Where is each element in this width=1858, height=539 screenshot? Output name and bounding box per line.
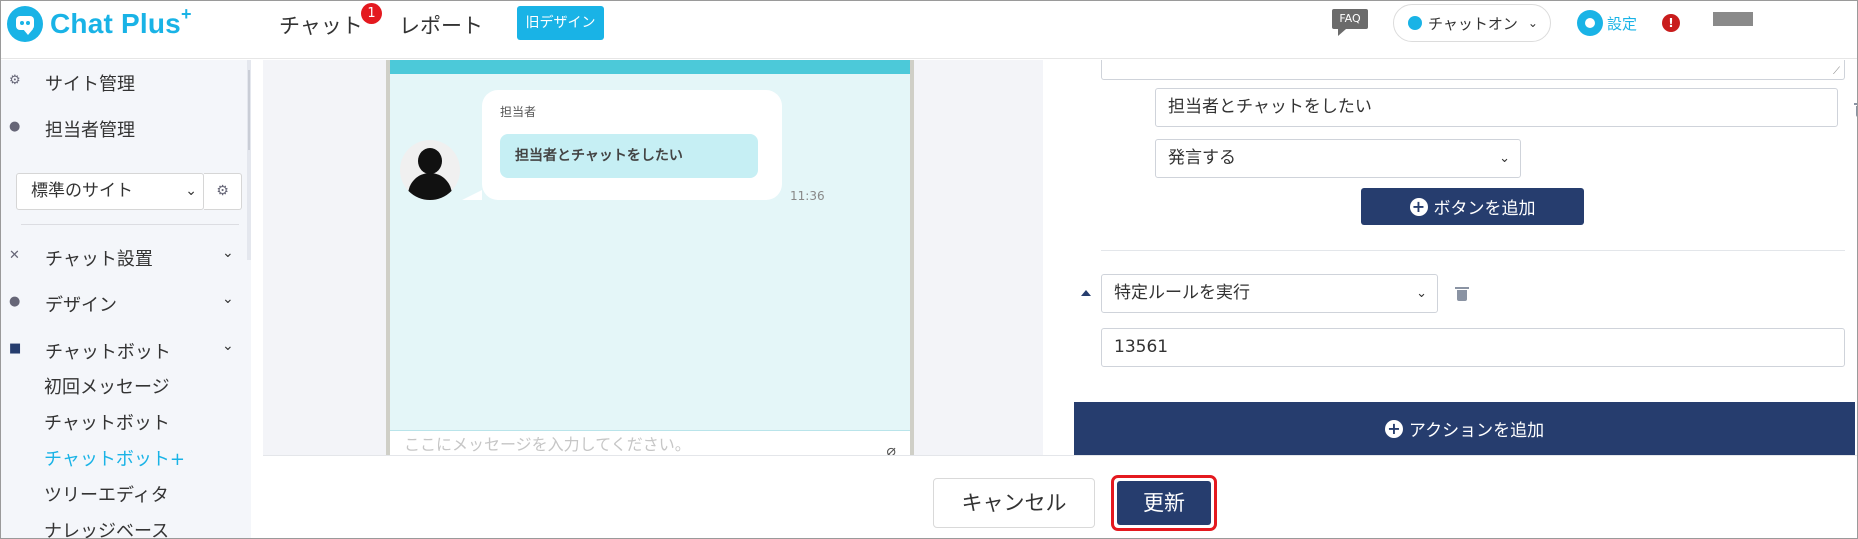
add-button-label: ボタンを追加 [1433, 199, 1536, 219]
sidebar-subitem-first-message[interactable]: 初回メッセージ [44, 373, 170, 399]
button-text-input[interactable]: 担当者とチャットをしたい [1155, 88, 1838, 127]
gear-icon [1577, 10, 1603, 36]
sidebar-subitem-chatbot-plus[interactable]: チャットボット+ [44, 445, 185, 471]
site-select[interactable]: 標準のサイト ⌄ [16, 173, 204, 210]
message-input[interactable]: ここにメッセージを入力してください。 ⌀ [390, 430, 910, 460]
sidebar-item-label: 担当者管理 [45, 120, 135, 141]
sidebar-item-label: チャット設置 [45, 249, 153, 270]
chevron-down-icon: ⌄ [1416, 286, 1427, 301]
sidebar-item-label: デザイン [45, 295, 117, 316]
add-button-button[interactable]: + ボタンを追加 [1361, 188, 1584, 225]
old-design-button[interactable]: 旧デザイン [517, 6, 604, 40]
sidebar-subitem-chatbot[interactable]: チャットボット [44, 409, 170, 435]
sidebar-item-label: チャットボット [45, 342, 171, 363]
faq-icon[interactable]: FAQ [1332, 9, 1368, 36]
logo-text: Chat Plus [50, 8, 181, 39]
message-input-placeholder: ここにメッセージを入力してください。 [404, 435, 691, 454]
chevron-down-icon: ⌄ [222, 245, 234, 261]
add-action-label: アクションを追加 [1408, 421, 1545, 441]
status-dot-icon [1408, 16, 1422, 30]
logo-plus: + [180, 3, 192, 24]
message-textarea[interactable]: ⟋ [1101, 60, 1845, 80]
rule-id-input[interactable]: 13561 [1101, 328, 1845, 367]
rule-action-select[interactable]: 特定ルールを実行 ⌄ [1101, 274, 1438, 313]
chat-plus-logo[interactable]: Chat Plus + [7, 3, 192, 42]
comments-icon: ■ [9, 341, 22, 356]
choice-button-preview[interactable]: 担当者とチャットをしたい [500, 134, 758, 178]
collapse-caret-icon[interactable] [1081, 290, 1091, 296]
message-timestamp: 11:36 [790, 189, 825, 203]
update-button[interactable]: 更新 [1117, 481, 1211, 525]
sidebar-subitem-knowledge-base[interactable]: ナレッジベース [44, 517, 169, 538]
chevron-down-icon: ⌄ [1527, 16, 1538, 30]
chat-status-dropdown[interactable]: チャットオン ⌄ [1393, 4, 1551, 42]
panel-divider [1101, 250, 1845, 251]
palette-icon: ● [9, 294, 21, 309]
settings-label: 設定 [1607, 14, 1638, 33]
rule-action-value: 特定ルールを実行 [1114, 283, 1250, 303]
top-header: Chat Plus + チャット 1 レポート 旧デザイン FAQ チャットオン… [1, 1, 1857, 59]
message-bubble: 担当者 担当者とチャットをしたい [462, 90, 782, 200]
chat-bubble-logo-icon [7, 6, 43, 42]
chat-status-label: チャットオン [1428, 14, 1518, 33]
operator-avatar [400, 140, 460, 200]
plus-circle-icon: + [1384, 419, 1403, 438]
tools-icon: ✕ [9, 248, 20, 263]
sidebar-scroll-thumb[interactable] [248, 70, 250, 150]
site-select-value: 標準のサイト [31, 181, 133, 201]
app-frame: Chat Plus + チャット 1 レポート 旧デザイン FAQ チャットオン… [0, 0, 1858, 539]
plus-circle-icon: + [1409, 197, 1428, 216]
sidebar-subitem-tree-editor[interactable]: ツリーエディタ [44, 481, 169, 507]
chevron-down-icon: ⌄ [222, 291, 234, 307]
sidebar-divider [21, 224, 239, 225]
settings-link[interactable]: 設定 [1577, 10, 1637, 36]
chat-window-header [390, 60, 910, 74]
chevron-down-icon: ⌄ [185, 183, 197, 199]
sender-name: 担当者 [500, 105, 537, 119]
site-settings-gear-icon[interactable]: ⚙ [204, 173, 242, 210]
user-gear-icon: ● [9, 119, 21, 134]
action-settings-panel: ⟋ 担当者とチャットをしたい 発言する ⌄ + ボタンを追加 特定ルールを実行 … [1043, 60, 1857, 455]
update-button-highlight: 更新 [1111, 475, 1217, 531]
button-action-select[interactable]: 発言する ⌄ [1155, 139, 1521, 178]
chevron-down-icon: ⌄ [1499, 151, 1510, 166]
footer-bar: キャンセル 更新 [263, 455, 1857, 538]
trash-icon[interactable] [1455, 287, 1469, 301]
gears-icon: ⚙ [9, 73, 21, 88]
user-menu[interactable] [1713, 12, 1753, 26]
nav-chat[interactable]: チャット [279, 10, 363, 40]
sidebar: ⚙ サイト管理 ● 担当者管理 標準のサイト ⌄ ⚙ ✕ チャット設置 ⌄ ● … [1, 60, 251, 538]
sidebar-item-label: サイト管理 [45, 74, 135, 95]
button-action-value: 発言する [1168, 148, 1236, 168]
nav-report[interactable]: レポート [399, 10, 483, 40]
chat-notification-badge: 1 [361, 3, 382, 24]
add-action-button[interactable]: + アクションを追加 [1074, 402, 1855, 455]
chevron-down-icon: ⌄ [222, 338, 234, 354]
alert-icon[interactable]: ! [1662, 14, 1680, 32]
resize-handle-icon[interactable]: ⟋ [1833, 66, 1840, 77]
chat-preview-window: 担当者 担当者とチャットをしたい 11:36 ここにメッセージを入力してください… [386, 60, 914, 460]
cancel-button[interactable]: キャンセル [933, 478, 1095, 528]
